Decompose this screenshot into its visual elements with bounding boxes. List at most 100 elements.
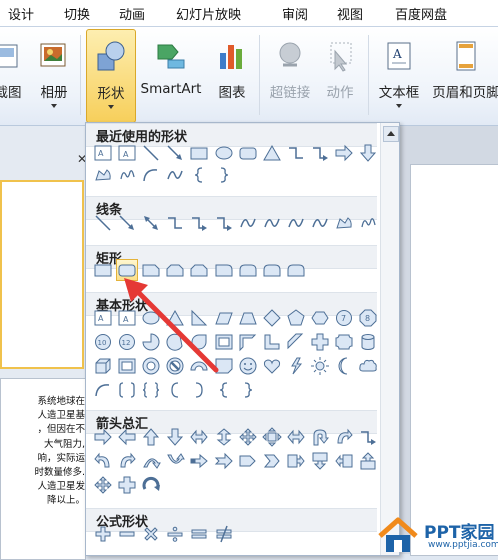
tab-transitions[interactable]: 切换 [64,4,90,23]
plaque-shape-icon[interactable] [334,332,354,352]
curve-shape-icon[interactable] [286,213,306,233]
oval-shape-icon[interactable] [141,308,161,328]
darrow-shape-icon[interactable] [165,427,185,447]
textbox-shape-icon[interactable]: A [93,143,113,163]
tab-slideshow[interactable]: 幻灯片放映 [176,4,241,23]
elbowarrow-shape-icon[interactable] [189,213,209,233]
snip2-shape-icon[interactable] [165,260,185,280]
tri-shape-icon[interactable] [165,308,185,328]
dodec-shape-icon[interactable]: 12 [117,332,137,352]
hyperlink-button[interactable]: 超链接 [264,29,316,121]
curveD-shape-icon[interactable] [165,451,186,471]
curve-shape-icon[interactable] [238,213,258,233]
chevron-shape-icon[interactable] [262,451,282,471]
rect-shape-icon[interactable] [93,260,113,280]
screenshot-button[interactable]: 截图 [0,29,28,121]
curveL-shape-icon[interactable] [93,451,113,471]
line-shape-icon[interactable] [93,213,113,233]
calloutD-shape-icon[interactable] [310,451,330,471]
arc-shape-icon[interactable] [141,165,161,185]
circarrow-shape-icon[interactable] [141,475,161,495]
frame-shape-icon[interactable] [214,332,234,352]
smartart-button[interactable]: SmartArt [136,29,206,121]
dblarrow-shape-icon[interactable] [141,213,161,233]
elbowarrow-shape-icon[interactable] [310,143,330,163]
cloud-shape-icon[interactable] [358,356,378,376]
slide-canvas[interactable] [410,164,498,556]
pentarrow-shape-icon[interactable] [238,451,258,471]
quadarrow-shape-icon[interactable] [238,427,258,447]
oct-shape-icon[interactable]: 8 [358,308,378,328]
donut-shape-icon[interactable] [141,356,161,376]
heart-shape-icon[interactable] [262,356,282,376]
tab-design[interactable]: 设计 [8,4,34,23]
arrowline-shape-icon[interactable] [117,213,137,233]
brackr-shape-icon[interactable] [189,380,209,400]
plus-shape-icon[interactable] [117,475,137,495]
halfframe-shape-icon[interactable] [238,332,258,352]
uarrow-shape-icon[interactable] [141,427,161,447]
udarrow-shape-icon[interactable] [214,427,234,447]
lrarrow-shape-icon[interactable] [189,427,209,447]
hex-shape-icon[interactable] [310,308,330,328]
round2-shape-icon[interactable] [262,260,282,280]
cube-shape-icon[interactable] [93,356,113,376]
eqneq-shape-icon[interactable] [214,524,234,544]
blockarc-shape-icon[interactable] [189,356,209,376]
snip1-shape-icon[interactable] [141,260,161,280]
uturn-shape-icon[interactable] [310,427,330,447]
smiley-shape-icon[interactable] [238,356,258,376]
diagstripe-shape-icon[interactable] [286,332,306,352]
para-shape-icon[interactable] [214,308,234,328]
calloutQ-shape-icon[interactable] [261,427,282,447]
elbowarrow-shape-icon[interactable] [214,213,234,233]
pie-shape-icon[interactable] [141,332,161,352]
curve-shape-icon[interactable] [165,165,185,185]
rtri-shape-icon[interactable] [189,308,209,328]
rarrow-shape-icon[interactable] [334,143,354,163]
header-footer-button[interactable]: 页眉和页脚 [426,29,498,121]
tab-baidu-netdisk[interactable]: 百度网盘 [395,4,447,23]
gallery-scrollbar[interactable] [380,123,399,555]
eqminus-shape-icon[interactable] [117,524,137,544]
eqplus-shape-icon[interactable] [93,524,113,544]
bracel-shape-icon[interactable] [189,165,209,185]
snip2-shape-icon[interactable] [189,260,209,280]
lrarrow-shape-icon[interactable] [286,427,306,447]
arrowline-shape-icon[interactable] [165,143,185,163]
freeform-shape-icon[interactable] [93,165,113,185]
calloutL-shape-icon[interactable] [334,451,354,471]
hept-shape-icon[interactable]: 7 [334,308,354,328]
elbow-shape-icon[interactable] [165,213,185,233]
notched-shape-icon[interactable] [214,451,234,471]
rrect-shape-icon[interactable] [238,143,258,163]
trap-shape-icon[interactable] [238,308,258,328]
tab-view[interactable]: 视图 [337,4,363,23]
bevel-shape-icon[interactable] [117,356,137,376]
textbox-shape-icon[interactable]: A [93,308,113,328]
tri-shape-icon[interactable] [262,143,282,163]
line-shape-icon[interactable] [141,143,161,163]
scroll-up-icon[interactable] [383,126,399,142]
round2-shape-icon[interactable] [286,260,306,280]
plus-shape-icon[interactable] [310,332,330,352]
curveU-shape-icon[interactable] [141,451,162,471]
tab-animations[interactable]: 动画 [119,4,145,23]
sun-shape-icon[interactable] [310,356,330,376]
calloutR-shape-icon[interactable] [286,451,306,471]
round2-shape-icon[interactable] [238,260,258,280]
lightning-shape-icon[interactable] [286,356,306,376]
tab-review[interactable]: 审阅 [282,4,308,23]
chord-shape-icon[interactable] [165,332,185,352]
dbrace-shape-icon[interactable] [141,380,161,400]
vtext-shape-icon[interactable]: A [117,143,137,163]
scribble-shape-icon[interactable] [117,165,137,185]
larrow-shape-icon[interactable] [117,427,137,447]
teardrop-shape-icon[interactable] [189,332,209,352]
eqmul-shape-icon[interactable] [141,524,161,544]
elbowarrow-shape-icon[interactable] [358,427,378,447]
diamond-shape-icon[interactable] [262,308,282,328]
vtext-shape-icon[interactable]: A [117,308,137,328]
rarrow-shape-icon[interactable] [93,427,113,447]
curve-shape-icon[interactable] [310,213,330,233]
